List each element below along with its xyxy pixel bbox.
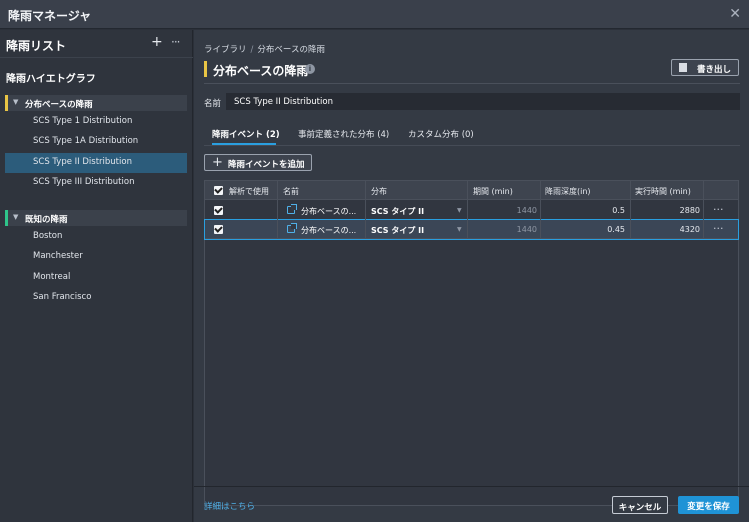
list-item[interactable]: SCS Type 1A Distribution [5,132,187,152]
list-item-label: Manchester [33,251,83,261]
column-divider [277,181,278,239]
export-icon [679,63,687,72]
list-item-label: SCS Type 1A Distribution [33,136,139,146]
name-field[interactable] [226,93,740,110]
column-header-distribution[interactable]: 分布 [371,186,387,197]
group-color-bar [5,95,8,111]
list-item[interactable]: SCS Type III Distribution [5,173,187,193]
breadcrumb: ライブラリ / 分布ベースの降雨 [204,43,325,55]
edit-icon[interactable] [287,223,297,233]
rainfall-events-table: 解析で使用 名前 分布 期間 (min) 降雨深度(in) 実行時間 (min)… [204,180,739,506]
chevron-down-icon[interactable]: ▼ [457,207,462,214]
add-rainfall-event-button[interactable]: + 降雨イベントを追加 [204,154,312,171]
breadcrumb-separator: / [250,45,254,55]
group-color-bar [5,210,8,226]
chevron-down-icon[interactable]: ▼ [13,98,18,106]
list-item[interactable]: San Francisco [5,288,187,308]
rainfall-list-panel: 降雨リスト + ··· 降雨ハイエトグラフ ▼ 分布ベースの降雨 SCS Typ… [0,30,193,522]
row-name: 分布ベースの... [301,226,357,235]
rainfall-list-title: 降雨リスト [6,39,67,53]
list-item[interactable]: Boston [5,227,187,247]
group-label: 分布ベースの降雨 [25,100,93,110]
close-icon[interactable]: ✕ [729,6,741,22]
row-duration: 1440 [516,225,537,234]
column-header-name[interactable]: 名前 [283,186,299,197]
name-label: 名前 [204,99,222,109]
export-label: 書き出し [697,65,732,75]
column-divider [365,181,366,239]
row-depth[interactable]: 0.45 [585,225,625,234]
tabs-divider [204,145,740,146]
column-header-use[interactable]: 解析で使用 [229,186,269,197]
breadcrumb-library[interactable]: ライブラリ [204,45,247,55]
divider [204,83,740,84]
column-header-duration[interactable]: 期間 (min) [473,186,513,197]
row-duration: 1440 [516,206,537,215]
title-bar: 降雨マネージャ ✕ [0,0,749,29]
window-title: 降雨マネージャ [8,9,92,23]
save-label: 変更を保存 [687,502,730,512]
table-header: 解析で使用 名前 分布 期間 (min) 降雨深度(in) 実行時間 (min) [205,181,738,200]
row-runtime[interactable]: 4320 [665,225,700,234]
row-more-icon[interactable]: ··· [713,203,724,216]
row-more-icon[interactable]: ··· [713,222,724,235]
tab-predefined-distributions[interactable]: 事前定義された分布 (4) [298,128,389,140]
column-divider [540,181,541,239]
row-runtime[interactable]: 2880 [665,206,700,215]
chevron-down-icon[interactable]: ▼ [13,213,18,221]
list-item-label: San Francisco [33,292,92,302]
more-icon[interactable]: ··· [171,35,181,49]
column-divider [703,181,704,239]
group-known-rainfall[interactable]: ▼ 既知の降雨 [5,210,187,226]
left-panel-header: 降雨リスト + ··· [0,30,193,58]
select-all-checkbox[interactable] [214,186,223,195]
use-in-analysis-checkbox[interactable] [214,225,223,234]
group-label: 既知の降雨 [25,215,68,225]
edit-icon[interactable] [287,204,297,214]
column-divider [467,181,468,239]
column-header-runtime[interactable]: 実行時間 (min) [635,186,691,197]
export-button[interactable]: 書き出し [671,59,739,76]
table-row[interactable]: 分布ベースの... SCS タイプ II ▼ 1440 0.5 2880 ··· [205,201,738,220]
chevron-down-icon[interactable]: ▼ [457,226,462,233]
row-name: 分布ベースの... [301,207,357,216]
detail-panel: ライブラリ/分布ベースの降雨 分布ベースの降雨 i 書き出し 名前 降雨イベント… [194,30,749,522]
cancel-button[interactable]: キャンセル [612,496,668,514]
list-item[interactable]: Montreal [5,268,187,288]
save-button[interactable]: 変更を保存 [678,496,739,514]
table-row-selected[interactable]: 分布ベースの... SCS タイプ II ▼ 1440 0.45 4320 ··… [204,219,739,240]
list-item-label: Montreal [33,272,71,282]
row-distribution[interactable]: SCS タイプ II [371,225,424,236]
cancel-label: キャンセル [618,503,662,513]
footer-divider [194,486,749,487]
tab-custom-distributions[interactable]: カスタム分布 (0) [408,128,474,140]
list-item-selected[interactable]: SCS Type II Distribution [5,153,187,173]
list-item-label: SCS Type III Distribution [33,177,135,187]
row-distribution[interactable]: SCS タイプ II [371,206,424,217]
add-icon[interactable]: + [151,34,163,50]
list-item-label: Boston [33,231,63,241]
section-title: 降雨ハイエトグラフ [6,74,96,85]
tab-rainfall-events[interactable]: 降雨イベント (2) [212,128,280,140]
list-item[interactable]: Manchester [5,247,187,267]
list-item[interactable]: SCS Type 1 Distribution [5,112,187,132]
list-item-label: SCS Type 1 Distribution [33,116,133,126]
learn-more-link[interactable]: 詳細はこちら [204,500,255,512]
plus-icon: + [212,155,223,170]
group-distribution-based[interactable]: ▼ 分布ベースの降雨 [5,95,187,111]
info-icon[interactable]: i [305,64,315,74]
column-header-depth[interactable]: 降雨深度(in) [545,186,591,197]
breadcrumb-current: 分布ベースの降雨 [257,45,325,55]
title-color-bar [204,61,207,77]
page-title: 分布ベースの降雨 [213,64,309,78]
use-in-analysis-checkbox[interactable] [214,206,223,215]
add-rainfall-event-label: 降雨イベントを追加 [228,160,305,170]
row-depth[interactable]: 0.5 [585,206,625,215]
column-divider [630,181,631,239]
list-item-label: SCS Type II Distribution [33,157,132,167]
